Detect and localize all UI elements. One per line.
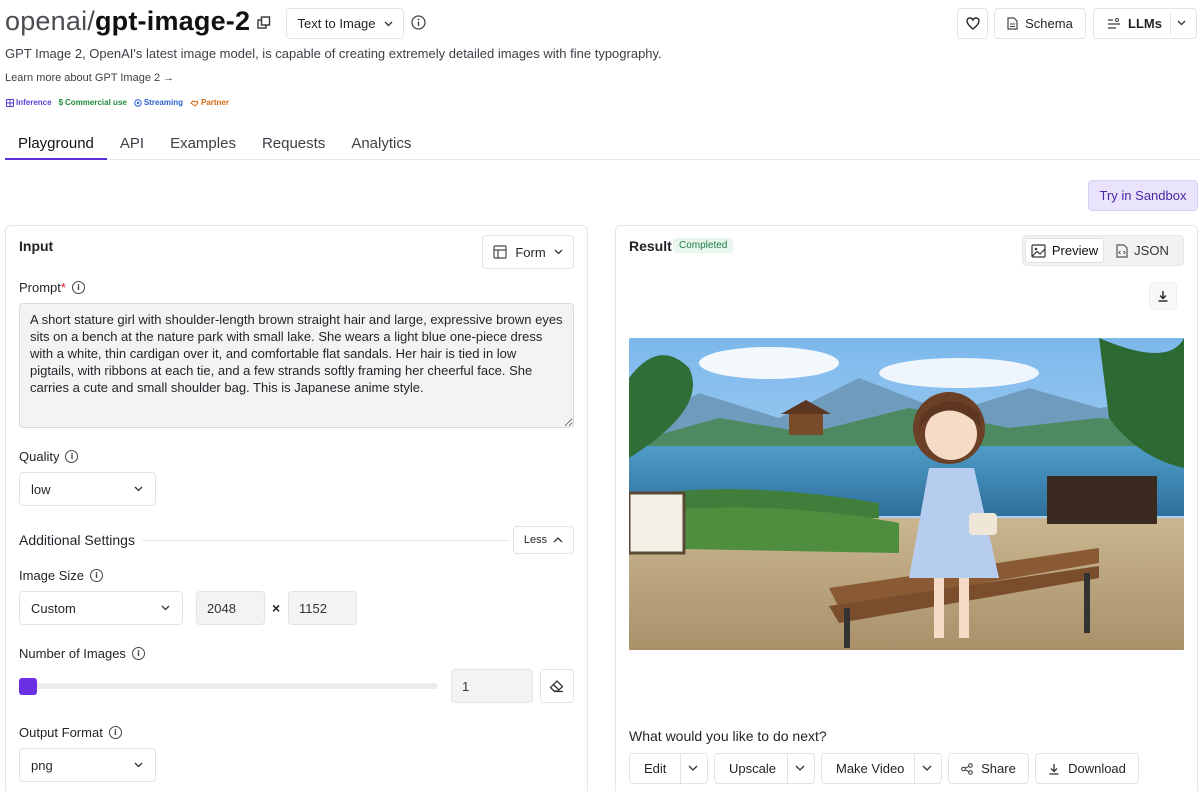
download-icon <box>1157 290 1169 302</box>
split-divider <box>680 754 681 783</box>
additional-settings-heading: Additional Settings <box>19 532 135 548</box>
reset-button[interactable] <box>540 669 574 703</box>
llm-icon <box>1107 17 1121 30</box>
code-file-icon <box>1116 243 1128 258</box>
favorite-button[interactable] <box>957 8 988 39</box>
share-button[interactable]: Share <box>948 753 1029 784</box>
info-icon[interactable]: i <box>65 450 79 463</box>
chevron-down-icon[interactable] <box>922 765 932 771</box>
prompt-textarea[interactable]: A short stature girl with shoulder-lengt… <box>19 303 574 428</box>
info-icon[interactable]: i <box>108 726 122 739</box>
badge-commercial: $ Commercial use <box>58 98 127 107</box>
tab-examples[interactable]: Examples <box>157 132 249 160</box>
copy-icon[interactable] <box>257 16 271 30</box>
info-icon[interactable]: i <box>131 647 145 660</box>
status-badge: Completed <box>673 238 734 253</box>
learn-more-link[interactable]: Learn more about GPT Image 2 → <box>5 72 174 84</box>
chevron-down-icon <box>384 21 393 27</box>
chevron-down-icon[interactable] <box>1177 20 1186 26</box>
json-tab[interactable]: JSON <box>1104 238 1181 263</box>
chevron-down-icon[interactable] <box>688 765 698 771</box>
input-title: Input <box>19 238 54 254</box>
chevron-down-icon[interactable] <box>795 765 805 771</box>
share-icon <box>961 762 973 775</box>
mode-select-label: Text to Image <box>297 16 376 31</box>
less-label: Less <box>523 534 548 546</box>
try-in-sandbox-button[interactable]: Try in Sandbox <box>1088 180 1198 211</box>
times-separator: × <box>272 600 281 616</box>
eraser-icon <box>549 679 565 693</box>
info-icon[interactable]: i <box>71 281 85 294</box>
edit-button[interactable]: Edit <box>629 753 708 784</box>
quality-label: Quality i <box>19 449 79 464</box>
preview-tab[interactable]: Preview <box>1025 238 1104 263</box>
chevron-down-icon <box>134 486 143 492</box>
download-icon-button[interactable] <box>1149 282 1177 310</box>
handshake-icon <box>190 99 199 107</box>
result-image[interactable] <box>629 338 1184 650</box>
result-title: Result <box>629 238 672 254</box>
chevron-down-icon <box>554 249 563 255</box>
tab-requests[interactable]: Requests <box>249 132 338 160</box>
output-format-value: png <box>31 757 53 773</box>
chevron-down-icon <box>161 605 170 611</box>
document-icon <box>1007 17 1018 30</box>
info-icon[interactable] <box>411 15 426 30</box>
layout-icon <box>493 245 507 259</box>
mode-select[interactable]: Text to Image <box>286 8 404 39</box>
image-size-select[interactable]: Custom <box>19 591 183 625</box>
streaming-icon <box>134 98 142 107</box>
download-icon <box>1048 763 1060 775</box>
model-description: GPT Image 2, OpenAI's latest image model… <box>5 46 662 61</box>
image-icon <box>1031 243 1046 258</box>
upscale-button[interactable]: Upscale <box>714 753 815 784</box>
section-divider <box>142 540 510 541</box>
required-mark: * <box>60 280 66 295</box>
less-toggle-button[interactable]: Less <box>513 526 574 554</box>
badge-inference: Inference <box>6 98 52 107</box>
output-format-label: Output Format i <box>19 725 122 740</box>
height-input[interactable]: 1152 <box>288 591 357 625</box>
quality-select[interactable]: low <box>19 472 156 506</box>
image-size-value: Custom <box>31 600 76 616</box>
make-video-button[interactable]: Make Video <box>821 753 942 784</box>
view-toggle: Preview JSON <box>1022 235 1184 266</box>
info-icon[interactable]: i <box>90 569 104 582</box>
badge-streaming: Streaming <box>134 98 183 107</box>
heart-icon <box>965 17 980 30</box>
tab-playground[interactable]: Playground <box>5 132 107 160</box>
chevron-up-icon <box>553 537 563 543</box>
num-images-label: Number of Images i <box>19 646 145 661</box>
tab-api[interactable]: API <box>107 132 157 160</box>
num-images-input[interactable]: 1 <box>451 669 533 703</box>
split-divider <box>914 754 915 783</box>
image-size-label: Image Size i <box>19 568 104 583</box>
schema-label: Schema <box>1025 16 1073 31</box>
num-images-slider-thumb[interactable] <box>19 678 37 695</box>
chevron-down-icon <box>134 762 143 768</box>
form-view-select[interactable]: Form <box>482 235 574 269</box>
width-input[interactable]: 2048 <box>196 591 265 625</box>
split-divider <box>787 754 788 783</box>
badge-row: Inference $ Commercial use Streaming Par… <box>6 98 229 107</box>
num-images-slider-track[interactable] <box>28 683 438 689</box>
quality-select-value: low <box>31 481 51 497</box>
download-button[interactable]: Download <box>1035 753 1139 784</box>
llms-button[interactable]: LLMs <box>1093 8 1197 39</box>
split-divider <box>1170 13 1171 34</box>
output-format-select[interactable]: png <box>19 748 156 782</box>
model-name: gpt-image-2 <box>94 6 251 36</box>
badge-partner: Partner <box>190 98 229 107</box>
dollar-icon: $ <box>58 98 64 107</box>
model-owner: openai/ <box>5 6 95 36</box>
next-action-prompt: What would you like to do next? <box>629 728 827 744</box>
form-view-label: Form <box>515 244 546 260</box>
prompt-label: Prompt* i <box>19 280 85 295</box>
page-title: openai/gpt-image-2 <box>5 6 250 37</box>
tab-analytics[interactable]: Analytics <box>338 132 424 160</box>
grid-icon <box>6 98 14 107</box>
tab-bar: Playground API Examples Requests Analyti… <box>5 132 1200 160</box>
llms-label: LLMs <box>1128 16 1162 31</box>
schema-button[interactable]: Schema <box>994 8 1086 39</box>
